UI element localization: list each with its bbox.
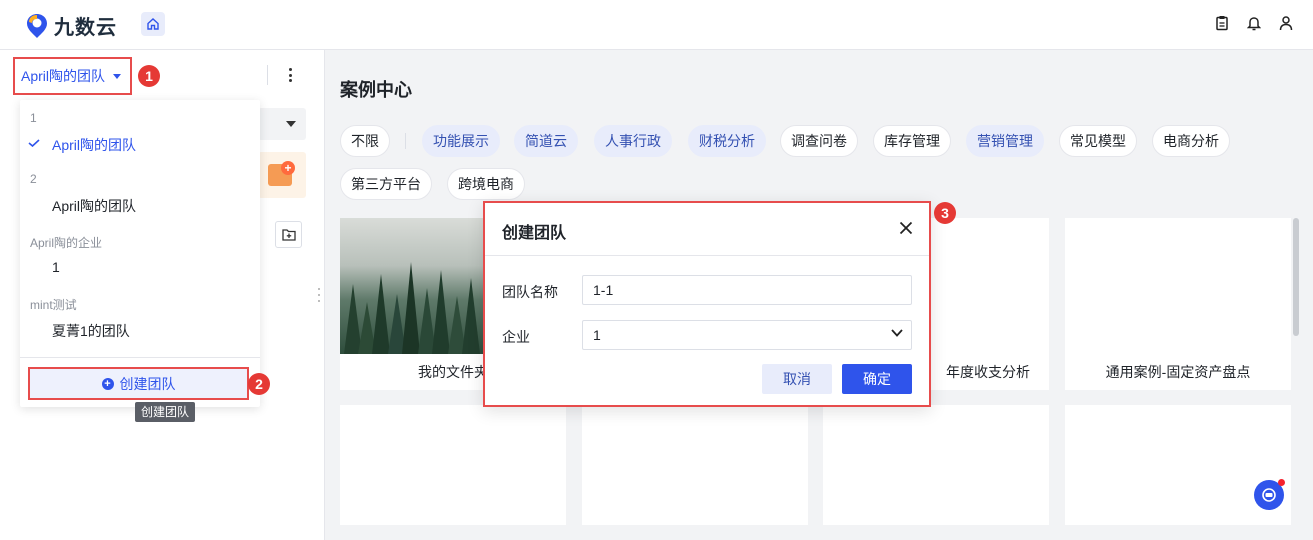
app-logo[interactable]: 九数云 (26, 11, 117, 40)
tag-divider (405, 133, 406, 149)
case-card[interactable] (1065, 405, 1291, 525)
new-folder-button[interactable] (275, 221, 302, 248)
cancel-button[interactable]: 取消 (762, 364, 832, 394)
tag-tax-analysis[interactable]: 财税分析 (688, 125, 766, 157)
tag-third-party[interactable]: 第三方平台 (340, 168, 432, 200)
tag-feature-demo[interactable]: 功能展示 (422, 125, 500, 157)
tag-all[interactable]: 不限 (340, 125, 390, 157)
company-select[interactable]: 1 (582, 320, 912, 350)
current-team-label: April陶的团队 (21, 68, 106, 84)
plus-circle-icon: + (101, 377, 114, 390)
page-title: 案例中心 (340, 80, 412, 100)
create-team-button[interactable]: + 创建团队 (28, 367, 249, 400)
dropdown-group-label: 1 (30, 111, 37, 125)
home-button[interactable] (141, 12, 165, 36)
step-badge-1: 1 (138, 65, 160, 87)
dropdown-item-team[interactable]: 1 (52, 259, 60, 275)
folder-filter-select[interactable] (258, 108, 306, 140)
team-name-input[interactable]: 1-1 (582, 275, 912, 305)
dropdown-item-team[interactable]: April陶的团队 (52, 135, 136, 155)
team-name-label: 团队名称 (502, 284, 558, 300)
more-menu-icon[interactable] (282, 66, 298, 84)
check-icon (28, 139, 40, 147)
toolbar-divider (267, 65, 268, 85)
user-icon[interactable] (1279, 15, 1295, 31)
tag-cross-border[interactable]: 跨境电商 (447, 168, 525, 200)
dropdown-group-label: 2 (30, 172, 37, 186)
team-selector[interactable]: April陶的团队 (13, 57, 132, 95)
create-team-tooltip: 创建团队 (135, 402, 195, 422)
team-dropdown: 1 April陶的团队 2 April陶的团队 April陶的企业 1 mint… (20, 100, 260, 407)
company-selected-value: 1 (593, 327, 601, 343)
case-card[interactable] (823, 405, 1049, 525)
tag-survey[interactable]: 调查问卷 (780, 125, 858, 157)
chevron-down-icon (891, 329, 903, 337)
top-bar: 九数云 (0, 0, 1313, 50)
dropdown-item-team[interactable]: 夏菁1的团队 (52, 321, 130, 341)
create-team-label: 创建团队 (119, 375, 176, 392)
tag-marketing[interactable]: 营销管理 (966, 125, 1044, 157)
add-dataset-banner[interactable]: + (258, 152, 306, 198)
confirm-button[interactable]: 确定 (842, 364, 912, 394)
case-card[interactable]: 通用案例-固定资产盘点 (1065, 218, 1291, 390)
dropdown-item-team[interactable]: April陶的团队 (52, 196, 136, 216)
tag-inventory[interactable]: 库存管理 (873, 125, 951, 157)
close-icon[interactable] (899, 221, 913, 235)
app-name: 九数云 (54, 17, 117, 39)
bell-icon[interactable] (1246, 15, 1263, 31)
add-table-icon: + (268, 161, 295, 186)
tag-jiandaoyun[interactable]: 简道云 (514, 125, 578, 157)
step-badge-3: 3 (934, 202, 956, 224)
dropdown-group-label: April陶的企业 (30, 236, 103, 250)
panel-resize-handle[interactable] (318, 288, 322, 302)
home-icon (147, 18, 159, 30)
tag-ecommerce[interactable]: 电商分析 (1152, 125, 1230, 157)
dialog-title: 创建团队 (502, 225, 567, 242)
create-team-dialog: 创建团队 团队名称 1-1 企业 1 取消 确定 (483, 201, 931, 407)
chat-support-icon (1262, 488, 1276, 502)
case-card[interactable] (340, 405, 566, 525)
top-right-icons (1215, 15, 1295, 31)
tag-common-models[interactable]: 常见模型 (1059, 125, 1137, 157)
content-scrollbar[interactable] (1293, 218, 1299, 336)
dropdown-group-label: mint测试 (30, 298, 77, 312)
step-badge-2: 2 (248, 373, 270, 395)
case-card[interactable] (582, 405, 808, 525)
clipboard-icon[interactable] (1215, 15, 1231, 31)
dialog-divider (485, 255, 929, 256)
customer-service-button[interactable] (1254, 479, 1285, 510)
tag-hr-admin[interactable]: 人事行政 (594, 125, 672, 157)
card-title: 通用案例-固定资产盘点 (1105, 364, 1251, 380)
folder-add-icon (281, 229, 296, 241)
logo-icon (27, 13, 47, 38)
caret-down-icon (286, 121, 296, 127)
notification-dot (1278, 479, 1285, 486)
dropdown-divider (20, 357, 260, 358)
company-label: 企业 (502, 329, 530, 345)
caret-down-icon (113, 73, 122, 79)
